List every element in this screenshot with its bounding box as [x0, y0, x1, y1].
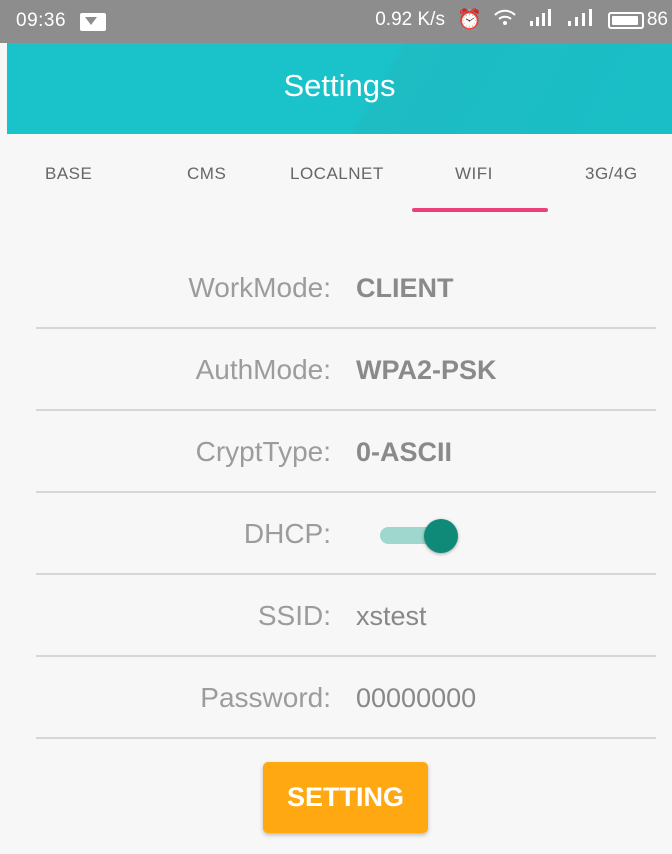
- tab-base[interactable]: BASE: [45, 164, 92, 184]
- wifi-icon: [494, 9, 516, 31]
- tab-indicator: [412, 208, 548, 212]
- alarm-icon: ⏰: [456, 9, 482, 31]
- workmode-label: WorkMode:: [188, 272, 331, 303]
- status-icons: 0.92 K/s ⏰ 86: [375, 9, 668, 31]
- dhcp-label: DHCP:: [243, 518, 331, 549]
- signal-icon: [566, 9, 596, 31]
- crypttype-value[interactable]: 0-ASCII: [356, 411, 452, 493]
- battery-icon: 86: [607, 9, 668, 31]
- divider: [36, 737, 656, 739]
- app-bar: Settings: [7, 43, 672, 134]
- status-bar: 09:36 0.92 K/s ⏰ 86: [0, 0, 672, 43]
- ssid-input[interactable]: xstest: [356, 575, 427, 657]
- message-icon: [80, 13, 106, 31]
- tab-wifi[interactable]: WIFI: [455, 164, 493, 184]
- tab-3g-4g[interactable]: 3G/4G: [585, 164, 638, 184]
- toggle-thumb: [424, 519, 458, 553]
- network-speed: 0.92 K/s: [375, 9, 445, 30]
- workmode-value[interactable]: CLIENT: [356, 247, 454, 329]
- password-label: Password:: [200, 682, 331, 713]
- password-row: Password: 00000000: [36, 657, 656, 739]
- crypttype-label: CryptType:: [195, 436, 331, 467]
- ssid-row: SSID: xstest: [36, 575, 656, 657]
- workmode-row: WorkMode: CLIENT: [36, 247, 656, 329]
- authmode-label: AuthMode:: [195, 354, 331, 385]
- dhcp-toggle[interactable]: [376, 515, 464, 555]
- tab-cms[interactable]: CMS: [187, 164, 226, 184]
- page-title: Settings: [283, 68, 396, 103]
- crypttype-row: CryptType: 0-ASCII: [36, 411, 656, 493]
- password-input[interactable]: 00000000: [356, 657, 476, 739]
- dhcp-row: DHCP:: [36, 493, 656, 575]
- status-time: 09:36: [16, 10, 67, 31]
- authmode-value[interactable]: WPA2-PSK: [356, 329, 497, 411]
- battery-level: 86: [646, 9, 668, 30]
- tab-localnet[interactable]: LOCALNET: [290, 164, 384, 184]
- setting-button[interactable]: SETTING: [263, 762, 428, 833]
- ssid-label: SSID:: [257, 600, 331, 631]
- tab-bar: BASE CMS LOCALNET WIFI 3G/4G: [7, 134, 672, 216]
- signal-icon: [528, 9, 554, 31]
- authmode-row: AuthMode: WPA2-PSK: [36, 329, 656, 411]
